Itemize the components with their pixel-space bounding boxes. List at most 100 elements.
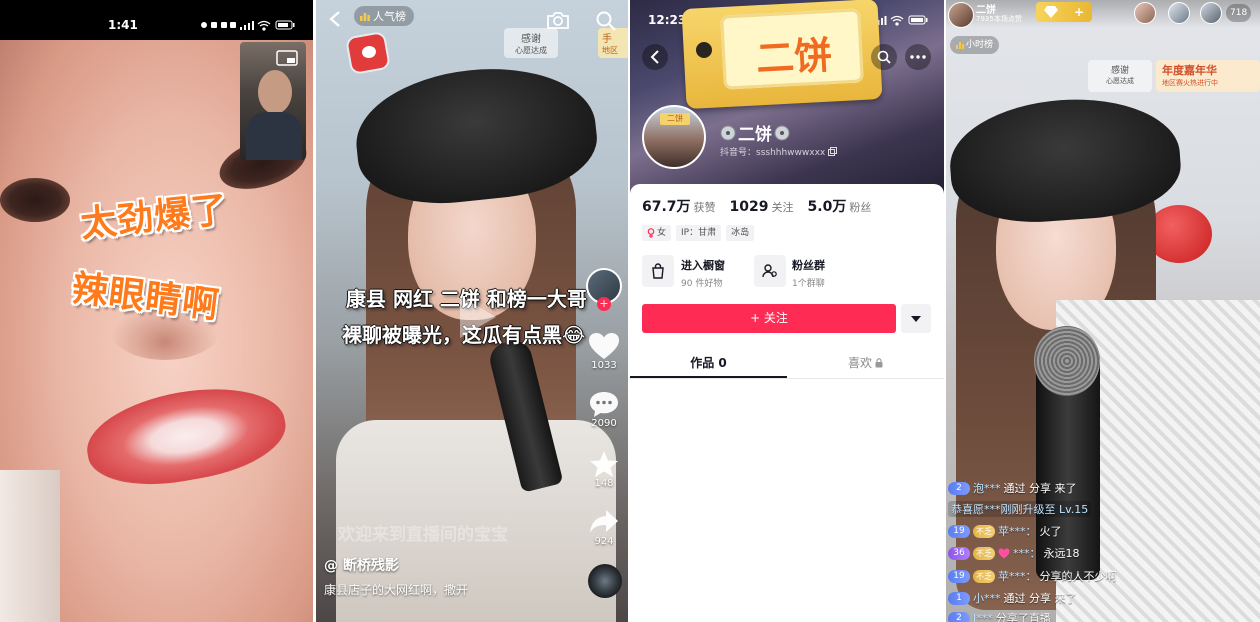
douyin-id-row[interactable]: 抖音号：ssshhhwwwxxx: [720, 145, 838, 158]
chat-message[interactable]: 2 J*** 分享了直播: [948, 608, 1051, 622]
viewer-count[interactable]: 718: [1226, 4, 1252, 22]
comment-button[interactable]: 2090: [586, 390, 622, 429]
level-badge: 19: [948, 524, 970, 538]
thanks-title: 感谢: [521, 34, 541, 45]
viewer-avatar[interactable]: [1168, 2, 1190, 24]
profile-card: [630, 184, 944, 622]
tab-likes[interactable]: 喜欢: [787, 354, 944, 371]
more-button[interactable]: [905, 44, 931, 70]
battery-icon: [275, 20, 295, 30]
host-avatar[interactable]: [948, 2, 974, 28]
search-icon[interactable]: [595, 10, 617, 32]
chat-system-message: 恭喜愿***刚刚升级至 Lv.15: [948, 499, 1092, 519]
gift-badge[interactable]: +: [1036, 2, 1092, 22]
stat-likes[interactable]: 67.7万 获赞: [642, 196, 716, 216]
search-button[interactable]: [871, 44, 897, 70]
host-likes: 7935本场点赞: [976, 15, 1022, 23]
chat-text: 分享的人不少啊: [1039, 570, 1117, 583]
stat-label: 粉丝: [849, 201, 872, 214]
group-icon: [762, 264, 777, 278]
chat-message[interactable]: 19 不乏 苹***： 分享的人不少啊: [948, 566, 1117, 586]
chat-text: 火了: [1039, 525, 1062, 538]
female-icon: [647, 228, 655, 238]
video-description: 康县店子的大网红啊，撒开: [324, 583, 469, 597]
shop-sub: 90 件好物: [681, 279, 723, 289]
disc-icon: [720, 125, 736, 140]
stat-value: 67.7万: [642, 199, 691, 215]
viewer-avatar[interactable]: [1134, 2, 1156, 24]
tag-ip: IP：甘肃: [676, 225, 722, 241]
chevron-left-icon[interactable]: [328, 10, 342, 28]
thanks-sub: 心愿达成: [1106, 77, 1134, 85]
chat-text: 通过 分享 来了: [1003, 482, 1077, 495]
pip-icon[interactable]: [276, 50, 298, 66]
battery-icon: [908, 15, 928, 25]
follow-plus-icon[interactable]: +: [597, 297, 611, 311]
viewer-avatar[interactable]: [1200, 2, 1222, 24]
chat-user: 苹***：: [998, 570, 1037, 583]
more-icon: [910, 55, 926, 59]
chat-user: 泡***: [973, 482, 1001, 495]
wifi-icon: [890, 15, 904, 26]
display-name-row: 二饼: [720, 120, 790, 145]
thanks-sub: 心愿达成: [515, 46, 547, 55]
hour-rank-pill[interactable]: 小时榜: [950, 36, 1000, 54]
chat-user: J***: [973, 611, 993, 622]
profile-tags: 女 IP：甘肃 冰岛: [642, 225, 755, 241]
stat-label: 获赞: [693, 201, 716, 214]
caption-line-1: 太劲爆了: [78, 189, 231, 246]
thanks-box[interactable]: 感谢 心愿达成: [504, 28, 558, 58]
stat-followers[interactable]: 5.0万 粉丝: [808, 196, 872, 216]
back-button[interactable]: [642, 44, 668, 70]
tag-text: IP：甘肃: [681, 228, 717, 238]
level-badge: 2: [948, 481, 970, 495]
tag-hole: [696, 42, 712, 58]
background-overlay-text: 欢迎来到直播间的宝宝: [338, 525, 508, 545]
favorite-button[interactable]: 148: [586, 450, 622, 489]
thanks-box[interactable]: 感谢 心愿达成: [1088, 60, 1152, 92]
author-name[interactable]: @ 断桥残影: [324, 555, 399, 575]
microphone-head: [1034, 326, 1100, 396]
chat-message[interactable]: 2 泡*** 通过 分享 来了: [948, 478, 1077, 498]
follow-options-button[interactable]: [901, 304, 931, 333]
stat-following[interactable]: 1029 关注: [730, 196, 794, 215]
popularity-rank-pill[interactable]: 人气榜: [354, 6, 414, 26]
tab-works[interactable]: 作品 0: [630, 354, 787, 371]
status-icons: [200, 19, 296, 31]
stat-value: 1029: [729, 199, 769, 215]
profile-stats: 67.7万 获赞 1029 关注 5.0万 粉丝: [642, 196, 871, 216]
pip-face: [258, 70, 292, 114]
like-button[interactable]: 1033: [586, 332, 622, 371]
chat-message[interactable]: 36 不乏 ***： 永远18: [948, 543, 1080, 563]
fans-group-icon-box[interactable]: [754, 255, 786, 287]
chat-message[interactable]: 1 小*** 通过 分享 来了: [948, 588, 1077, 608]
comment-count: 2090: [591, 418, 617, 429]
share-icon: [590, 510, 618, 533]
collar: [0, 470, 60, 622]
shop-title[interactable]: 进入橱窗: [681, 257, 725, 273]
tab-likes-label: 喜欢: [847, 356, 872, 370]
search-icon: [877, 50, 891, 64]
star-icon: [590, 451, 618, 477]
event-title: 手: [602, 34, 612, 45]
tag-location: 冰岛: [726, 225, 755, 241]
event-box[interactable]: 年度嘉年华 地区赛火热进行中: [1156, 60, 1260, 92]
share-button[interactable]: 924: [586, 508, 622, 547]
chat-message[interactable]: 19 不乏 苹***： 火了: [948, 521, 1062, 541]
shop-entry-icon-box[interactable]: [642, 255, 674, 287]
heart-icon: [998, 548, 1010, 558]
fans-group-title[interactable]: 粉丝群: [792, 257, 825, 273]
event-box[interactable]: 手 地区: [598, 28, 628, 58]
lips: [79, 375, 293, 497]
signal-icon: [240, 21, 254, 30]
chat-user: 小***: [973, 592, 1001, 605]
follow-button[interactable]: + 关注: [642, 304, 896, 333]
rank-label: 人气榜: [373, 10, 406, 23]
play-icon[interactable]: [454, 292, 500, 342]
music-disc-icon[interactable]: [588, 564, 622, 598]
shopping-bag-icon: [652, 263, 664, 279]
fan-badge: 不乏: [973, 546, 995, 560]
camera-icon[interactable]: [546, 10, 570, 30]
fan-badge: 不乏: [973, 569, 995, 583]
caret-down-icon: [911, 315, 921, 322]
